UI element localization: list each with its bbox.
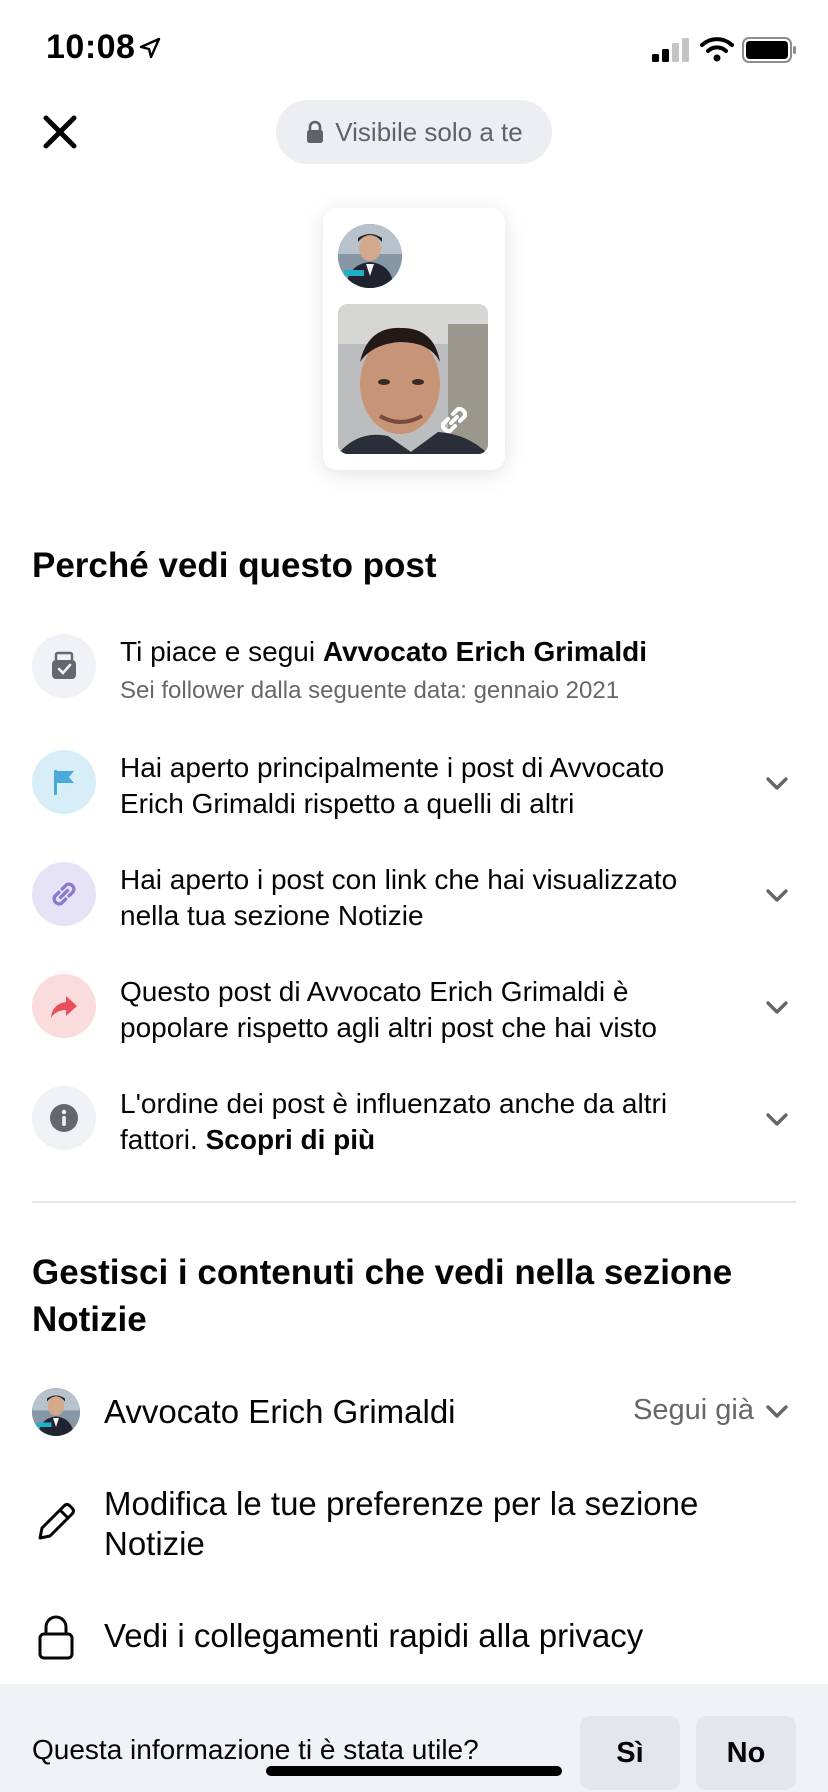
reason-text: Ti piace e segui Avvocato Erich Grimaldi… [120, 634, 720, 706]
reason-item-popular[interactable]: Questo post di Avvocato Erich Grimaldi è… [32, 974, 796, 1046]
info-icon [50, 1104, 78, 1132]
learn-more-link[interactable]: Scopri di più [206, 1124, 376, 1155]
chevron-down-icon[interactable] [764, 1398, 790, 1424]
privacy-shortcuts-row[interactable]: Vedi i collegamenti rapidi alla privacy [32, 1612, 796, 1660]
post-preview-card [323, 208, 505, 470]
share-arrow-icon [51, 996, 77, 1018]
audience-pill: Visibile solo a te [276, 100, 552, 164]
reason-icon-wrap [32, 750, 96, 814]
reason-text: Hai aperto principalmente i post di Avvo… [120, 752, 665, 819]
section-divider [32, 1201, 796, 1203]
reason-text: Questo post di Avvocato Erich Grimaldi è… [120, 976, 657, 1043]
wifi-icon [700, 37, 734, 62]
lock-icon [307, 120, 324, 143]
chevron-down-icon[interactable] [764, 1106, 790, 1132]
reason-subtext: Sei follower dalla seguente data: gennai… [120, 677, 620, 704]
feedback-no-button[interactable]: No [696, 1716, 796, 1790]
feedback-question: Questa informazione ti è stata utile? [32, 1734, 479, 1765]
manage-section-title: Gestisci i contenuti che vedi nella sezi… [32, 1253, 733, 1339]
reason-item-link-posts[interactable]: Hai aperto i post con link che hai visua… [32, 862, 796, 934]
why-section-title: Perché vedi questo post [32, 546, 437, 585]
link-icon [52, 882, 76, 906]
reason-icon-wrap [32, 1086, 96, 1150]
lock-icon [38, 1615, 74, 1660]
feedback-yes-button[interactable]: Sì [580, 1716, 680, 1790]
status-bar: 10:08 [0, 0, 828, 100]
followed-page-row[interactable]: Avvocato Erich Grimaldi Segui già [32, 1388, 796, 1436]
reason-icon-wrap [32, 862, 96, 926]
privacy-shortcuts-label: Vedi i collegamenti rapidi alla privacy [104, 1617, 644, 1654]
chevron-down-icon[interactable] [764, 882, 790, 908]
close-button[interactable] [38, 110, 82, 154]
like-follow-icon [52, 651, 76, 679]
cellular-signal-icon [652, 38, 689, 62]
reason-item-other-factors[interactable]: L'ordine dei post è influenzato anche da… [32, 1086, 796, 1158]
page-name-link[interactable]: Avvocato Erich Grimaldi [323, 636, 647, 667]
reason-icon-wrap [32, 634, 96, 698]
flag-icon [54, 770, 74, 795]
link-icon [440, 406, 468, 434]
pencil-icon [38, 1503, 75, 1540]
reason-text-plain: L'ordine dei post è influenzato anche da… [120, 1088, 668, 1155]
audience-label: Visibile solo a te [335, 116, 523, 147]
chevron-down-icon[interactable] [764, 770, 790, 796]
chevron-down-icon[interactable] [764, 994, 790, 1020]
location-arrow-icon [139, 37, 161, 59]
close-icon [43, 115, 77, 149]
edit-preferences-row[interactable]: Modifica le tue preferenze per la sezion… [32, 1482, 796, 1566]
battery-icon [742, 37, 796, 63]
reason-text: Hai aperto i post con link che hai visua… [120, 864, 678, 931]
reason-icon-wrap [32, 974, 96, 1038]
followed-page-name: Avvocato Erich Grimaldi [104, 1393, 456, 1430]
status-time: 10:08 [46, 28, 136, 66]
home-indicator[interactable] [266, 1766, 562, 1776]
edit-preferences-label: Modifica le tue preferenze per la sezion… [104, 1485, 699, 1562]
reason-text-plain: Ti piace e segui [120, 636, 323, 667]
post-preview-image [338, 304, 488, 454]
page-avatar [338, 224, 402, 288]
page-avatar [32, 1388, 80, 1436]
reason-item-opened-posts[interactable]: Hai aperto principalmente i post di Avvo… [32, 750, 796, 822]
reason-item-follow: Ti piace e segui Avvocato Erich Grimaldi… [32, 634, 796, 718]
follow-status[interactable]: Segui già [633, 1394, 754, 1427]
reason-text: L'ordine dei post è influenzato anche da… [120, 1086, 720, 1158]
